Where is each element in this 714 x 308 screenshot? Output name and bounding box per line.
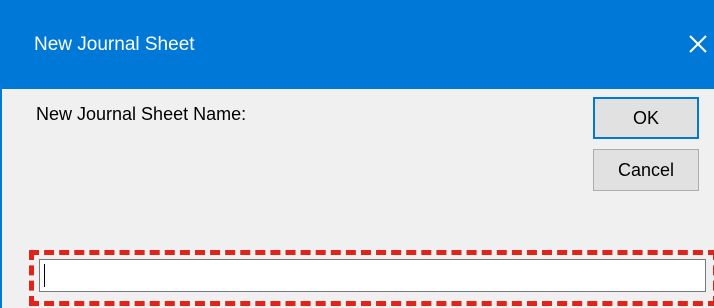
close-icon[interactable] xyxy=(684,30,712,58)
cancel-button[interactable]: Cancel xyxy=(593,149,699,191)
sheet-name-label: New Journal Sheet Name: xyxy=(36,104,247,124)
title-bar[interactable]: New Journal Sheet xyxy=(2,0,714,89)
text-caret xyxy=(44,264,45,287)
ok-button[interactable]: OK xyxy=(593,97,699,139)
new-journal-sheet-dialog: New Journal Sheet New Journal Sheet Name… xyxy=(0,0,714,308)
dialog-title: New Journal Sheet xyxy=(34,34,195,55)
sheet-name-input[interactable] xyxy=(39,259,706,292)
